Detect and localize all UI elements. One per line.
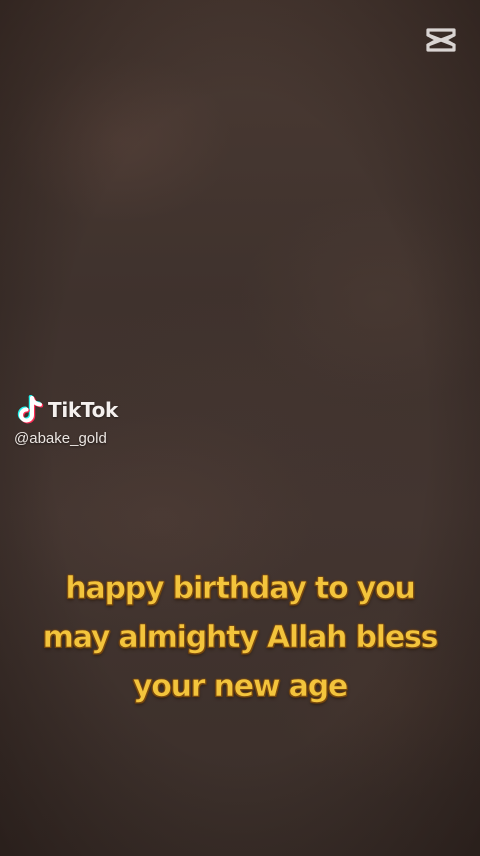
tiktok-watermark: TikTok @abake_gold	[14, 394, 118, 447]
caption-line-1: happy birthday to you	[65, 571, 416, 607]
video-frame[interactable]: TikTok @abake_gold happy birthday to you…	[0, 0, 480, 856]
caption-line-3: your new age	[132, 669, 349, 705]
tiktok-brand: TikTok	[14, 394, 118, 426]
tiktok-brand-name: TikTok	[48, 398, 119, 422]
capcut-logo-icon	[426, 28, 456, 52]
creator-username: @abake_gold	[14, 430, 107, 447]
video-caption: happy birthday to you may almighty Allah…	[0, 564, 480, 711]
tiktok-note-icon	[17, 395, 44, 424]
caption-line-2: may almighty Allah bless	[42, 620, 438, 656]
